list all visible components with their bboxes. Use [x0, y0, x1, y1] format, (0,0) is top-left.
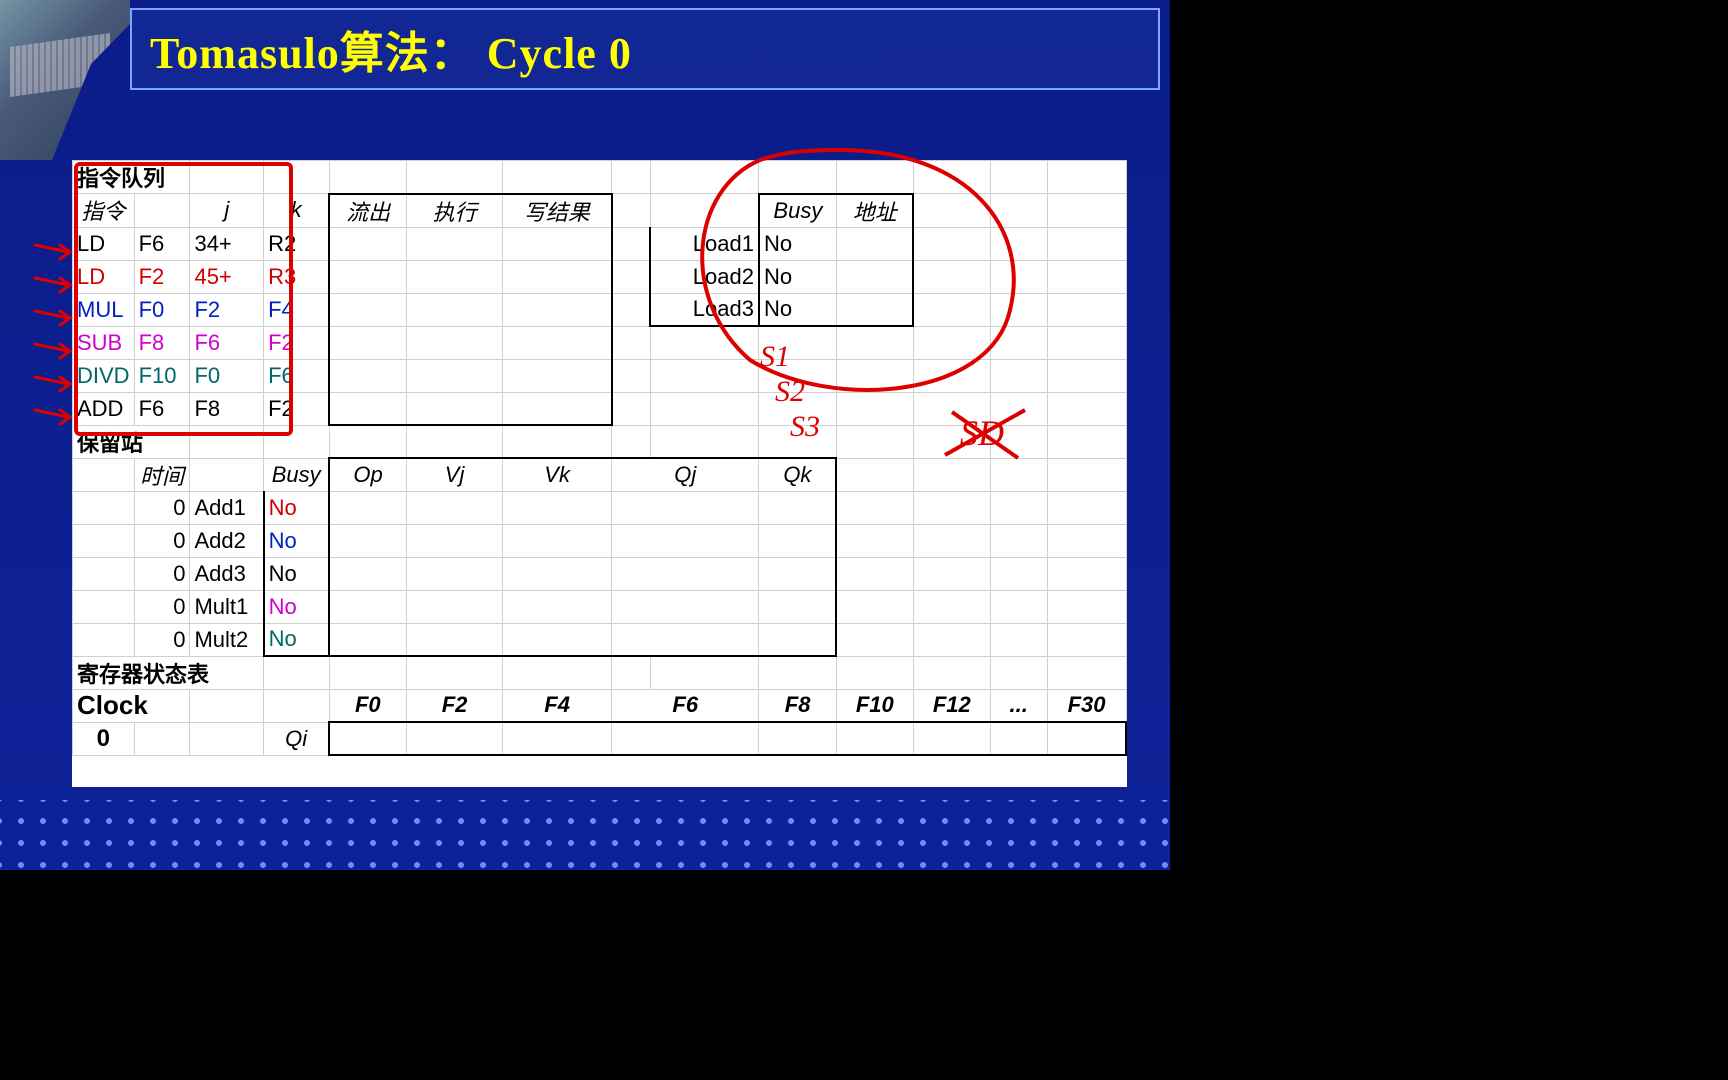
reg-f12: F12 [913, 689, 990, 722]
op-header: Op [329, 458, 406, 491]
title-bar: Tomasulo算法： Cycle 0 [130, 8, 1160, 90]
write-header: 写结果 [503, 194, 612, 228]
register-status-heading: 寄存器状态表 [73, 656, 264, 689]
keyboard-graphic [10, 33, 110, 97]
table-row: LD F2 45+ R3 Load2 No [73, 260, 1127, 293]
table-row: ADD F6 F8 F2 [73, 392, 1127, 425]
table-row: MUL F0 F2 F4 Load3 No [73, 293, 1127, 326]
table-row: 0 Mult2 No [73, 623, 1127, 656]
table-row: 0 Mult1 No [73, 590, 1127, 623]
reservation-station-heading: 保留站 [73, 425, 190, 458]
reg-f8: F8 [759, 689, 836, 722]
addr-header: 地址 [836, 194, 913, 228]
busy-header: Busy [759, 194, 836, 228]
decorative-dots [0, 800, 1170, 870]
reg-f10: F10 [836, 689, 913, 722]
reg-f30: F30 [1047, 689, 1126, 722]
qi-label: Qi [264, 722, 330, 755]
decorative-computer-image [0, 0, 130, 160]
qj-header: Qj [612, 458, 759, 491]
table-row: 0 Add3 No [73, 557, 1127, 590]
clock-value: 0 [73, 722, 135, 755]
table-row: SUB F8 F6 F2 [73, 326, 1127, 359]
qk-header: Qk [759, 458, 836, 491]
spreadsheet-area: 指令队列 指令 j k 流出 执行 写结果 Busy 地址 LD F6 [72, 160, 1127, 787]
main-table: 指令队列 指令 j k 流出 执行 写结果 Busy 地址 LD F6 [72, 160, 1127, 756]
instr-header: 指令 [73, 194, 135, 228]
table-row: 0 Add2 No [73, 524, 1127, 557]
vk-header: Vk [503, 458, 612, 491]
exec-header: 执行 [406, 194, 502, 228]
table-row: DIVD F10 F0 F6 [73, 359, 1127, 392]
reg-ellipsis: ... [990, 689, 1047, 722]
reg-f2: F2 [406, 689, 502, 722]
reg-f4: F4 [503, 689, 612, 722]
vj-header: Vj [406, 458, 502, 491]
clock-label: Clock [73, 689, 190, 722]
reg-f0: F0 [329, 689, 406, 722]
table-row: LD F6 34+ R2 Load1 No [73, 227, 1127, 260]
slide-title: Tomasulo算法： Cycle 0 [150, 17, 632, 81]
instruction-queue-heading: 指令队列 [73, 161, 190, 194]
reg-f6: F6 [612, 689, 759, 722]
time-header: 时间 [134, 458, 190, 491]
slide: Tomasulo算法： Cycle 0 指令队列 指令 j k 流出 执行 [0, 0, 1170, 870]
rs-busy-header: Busy [264, 458, 330, 491]
table-row: 0 Add1 No [73, 491, 1127, 524]
k-header: k [264, 194, 330, 228]
issue-header: 流出 [329, 194, 406, 228]
j-header: j [190, 194, 264, 228]
